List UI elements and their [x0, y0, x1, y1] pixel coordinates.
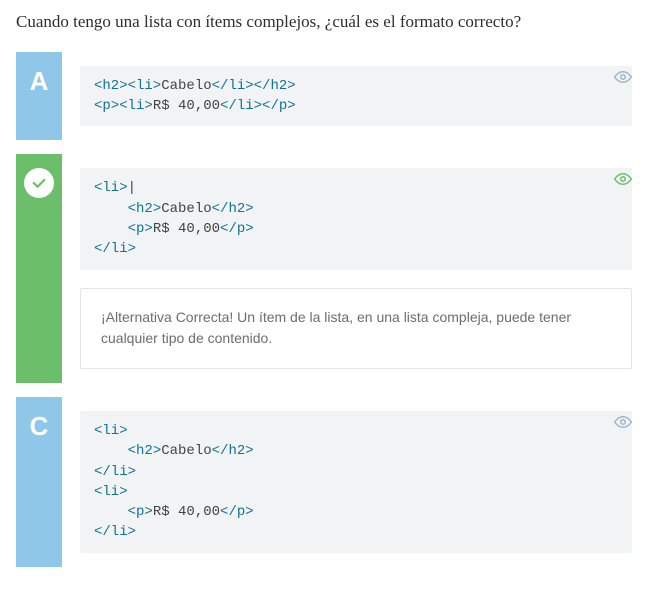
option-a[interactable]: A <h2><li>Cabelo</li></h2> <p><li>R$ 40,…	[16, 52, 646, 141]
code-block: <li>| <h2>Cabelo</h2> <p>R$ 40,00</p> </…	[80, 168, 632, 269]
option-b[interactable]: <li>| <h2>Cabelo</h2> <p>R$ 40,00</p> </…	[16, 154, 646, 383]
eye-icon[interactable]	[614, 170, 632, 188]
feedback-text: ¡Alternativa Correcta! Un ítem de la lis…	[80, 288, 632, 369]
question-text: Cuando tengo una lista con ítems complej…	[16, 10, 646, 34]
option-a-body: <h2><li>Cabelo</li></h2> <p><li>R$ 40,00…	[62, 52, 646, 141]
option-c-label: C	[16, 397, 62, 567]
eye-icon[interactable]	[614, 68, 632, 86]
option-c-body: <li> <h2>Cabelo</h2> </li> <li> <p>R$ 40…	[62, 397, 646, 567]
eye-icon[interactable]	[614, 413, 632, 431]
option-a-label: A	[16, 52, 62, 141]
option-b-body: <li>| <h2>Cabelo</h2> <p>R$ 40,00</p> </…	[62, 154, 646, 383]
check-icon	[24, 168, 54, 198]
code-block: <li> <h2>Cabelo</h2> </li> <li> <p>R$ 40…	[80, 411, 632, 553]
code-block: <h2><li>Cabelo</li></h2> <p><li>R$ 40,00…	[80, 66, 632, 127]
option-c[interactable]: C <li> <h2>Cabelo</h2> </li> <li> <p>R$ …	[16, 397, 646, 567]
option-b-label	[16, 154, 62, 383]
